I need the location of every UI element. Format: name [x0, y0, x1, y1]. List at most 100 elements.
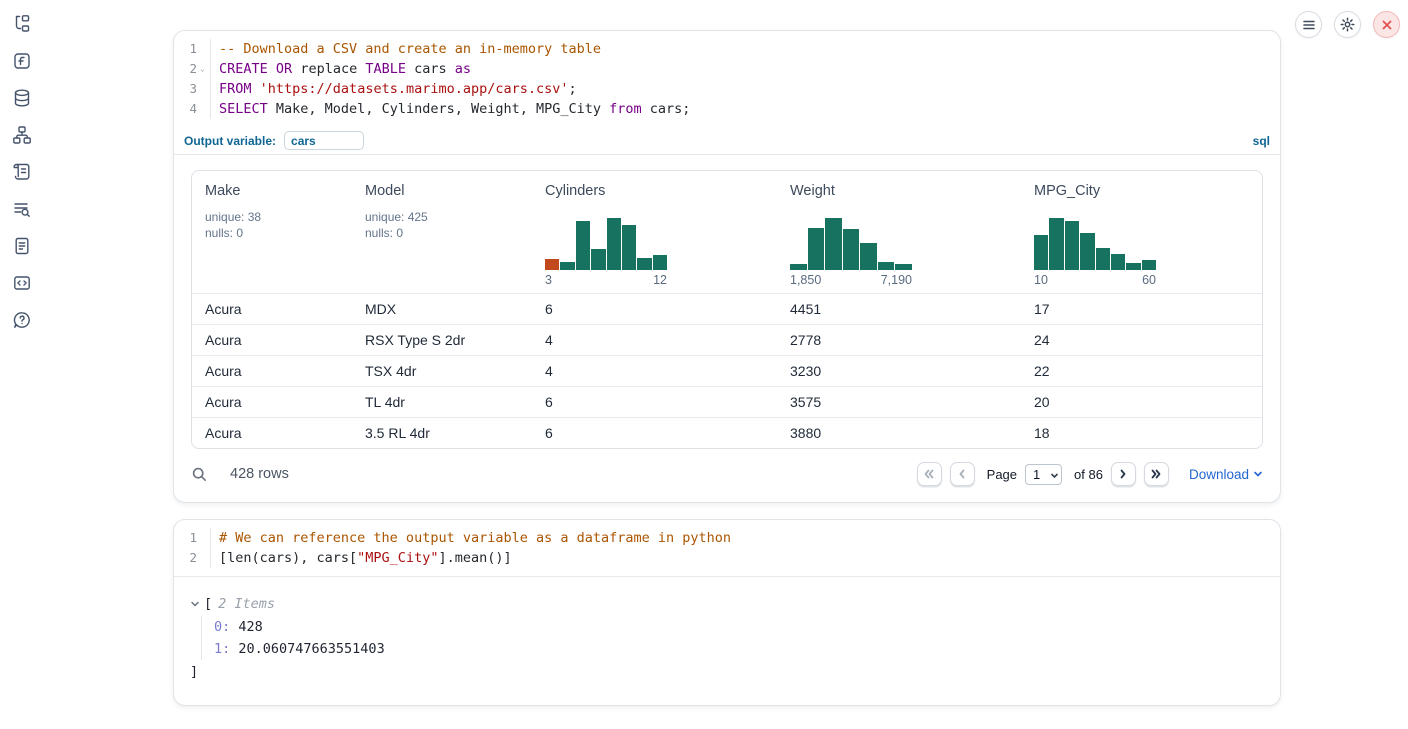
code-line[interactable]: 1 # We can reference the output variable…	[174, 528, 1280, 548]
settings-gear-icon[interactable]	[1334, 11, 1361, 38]
code-token: from	[609, 101, 642, 117]
file-tree-icon[interactable]	[9, 12, 35, 36]
table-cell: Acura	[192, 387, 352, 417]
line-number-gutter: 4	[174, 99, 208, 119]
histogram-bar	[637, 258, 651, 270]
unique-count: unique: 425	[365, 209, 519, 225]
python-code-editor[interactable]: 1 # We can reference the output variable…	[174, 520, 1280, 576]
code-text: SELECT Make, Model, Cylinders, Weight, M…	[210, 99, 690, 119]
column-header-weight[interactable]: Weight1,8507,190	[777, 171, 1021, 293]
table-cell: 3230	[777, 356, 1021, 386]
table-cell: 4	[532, 356, 777, 386]
code-line[interactable]: 1 -- Download a CSV and create an in-mem…	[174, 39, 1280, 59]
column-header-cylinders[interactable]: Cylinders312	[532, 171, 777, 293]
output-variable-input[interactable]	[284, 131, 364, 150]
column-header-mpg_city[interactable]: MPG_City1060	[1021, 171, 1262, 293]
table-row[interactable]: AcuraTSX 4dr4323022	[192, 355, 1262, 386]
first-page-icon[interactable]	[917, 462, 942, 486]
line-number-gutter: 2⌄	[174, 59, 208, 79]
page-select[interactable]: 1	[1025, 464, 1062, 485]
output-variable-label: Output variable:	[184, 134, 276, 148]
last-page-icon[interactable]	[1144, 462, 1169, 486]
code-line[interactable]: 3 FROM 'https://datasets.marimo.app/cars…	[174, 79, 1280, 99]
table-cell: Acura	[192, 294, 352, 324]
sql-code-editor[interactable]: 1 -- Download a CSV and create an in-mem…	[174, 31, 1280, 127]
histogram-bar	[607, 218, 621, 270]
python-cell: 1 # We can reference the output variable…	[173, 519, 1281, 706]
table-row[interactable]: Acura3.5 RL 4dr6388018	[192, 417, 1262, 448]
table-row[interactable]: AcuraMDX6445117	[192, 293, 1262, 324]
column-stats: unique: 425nulls: 0	[365, 209, 519, 241]
collapse-caret-icon[interactable]	[190, 599, 204, 609]
table-row[interactable]: AcuraRSX Type S 2dr4277824	[192, 324, 1262, 355]
topbar	[1295, 11, 1400, 38]
fold-chevron-icon[interactable]: ⌄	[197, 59, 208, 79]
tick-min: 10	[1034, 273, 1048, 287]
code-token: cars	[406, 61, 455, 77]
pagination: Page 1 of 86 Download	[917, 462, 1263, 486]
table-cell: 4	[532, 325, 777, 355]
code-line[interactable]: 2⌄CREATE OR replace TABLE cars as	[174, 59, 1280, 79]
null-count: nulls: 0	[365, 225, 519, 241]
language-badge[interactable]: sql	[1253, 134, 1270, 148]
tick-min: 3	[545, 273, 552, 287]
table-cell: 2778	[777, 325, 1021, 355]
histogram-bars	[545, 218, 667, 270]
dependency-graph-icon[interactable]	[9, 123, 35, 147]
list-entries: 0: 4281: 20.060747663551403	[201, 616, 1264, 660]
code-token: OR	[276, 61, 292, 77]
line-number: 2	[189, 548, 197, 568]
code-token: SELECT	[219, 101, 268, 117]
histogram-bar	[591, 249, 605, 270]
code-text: -- Download a CSV and create an in-memor…	[210, 39, 601, 59]
download-label: Download	[1189, 467, 1249, 482]
tick-max: 7,190	[881, 273, 912, 287]
help-icon[interactable]	[9, 308, 35, 332]
histogram-bar	[1080, 233, 1094, 270]
menu-icon[interactable]	[1295, 11, 1322, 38]
sql-cell: 1 -- Download a CSV and create an in-mem…	[173, 30, 1281, 503]
scratchpad-icon[interactable]	[9, 160, 35, 184]
download-button[interactable]: Download	[1189, 467, 1263, 482]
column-header-make[interactable]: Makeunique: 38nulls: 0	[192, 171, 352, 293]
notebook: 1 -- Download a CSV and create an in-mem…	[173, 30, 1281, 706]
document-icon[interactable]	[9, 234, 35, 258]
table-row[interactable]: AcuraTL 4dr6357520	[192, 386, 1262, 417]
column-label: Model	[365, 183, 519, 199]
tick-max: 60	[1142, 273, 1156, 287]
next-page-icon[interactable]	[1111, 462, 1136, 486]
table-footer: 428 rows Page 1 of 86	[174, 449, 1280, 502]
histogram-bar	[808, 228, 825, 270]
table-cell: 3.5 RL 4dr	[352, 418, 532, 448]
code-text: # We can reference the output variable a…	[210, 528, 731, 548]
line-number: 1	[189, 39, 197, 59]
function-icon[interactable]	[9, 49, 35, 73]
histogram-bar	[1126, 263, 1140, 270]
histogram-ticks: 10 60	[1034, 273, 1156, 287]
close-icon[interactable]	[1373, 11, 1400, 38]
list-entry-key: 0:	[214, 619, 230, 635]
histogram-bar	[878, 262, 895, 270]
snippets-icon[interactable]	[9, 271, 35, 295]
code-token: CREATE	[219, 61, 268, 77]
search-icon[interactable]	[191, 466, 208, 483]
unique-count: unique: 38	[205, 209, 339, 225]
database-icon[interactable]	[9, 86, 35, 110]
code-line[interactable]: 2 [len(cars), cars["MPG_City"].mean()]	[174, 548, 1280, 568]
table-cell: TL 4dr	[352, 387, 532, 417]
column-histogram: 10 60	[1034, 218, 1156, 287]
table-output: Makeunique: 38nulls: 0 Model unique: 425nu…	[174, 155, 1280, 449]
code-line[interactable]: 4 SELECT Make, Model, Cylinders, Weight,…	[174, 99, 1280, 119]
table-header-row: Makeunique: 38nulls: 0 Model unique: 425nu…	[192, 171, 1262, 293]
table-cell: 22	[1021, 356, 1262, 386]
column-header-model[interactable]: Model unique: 425nulls: 0	[352, 171, 532, 293]
logs-icon[interactable]	[9, 197, 35, 221]
prev-page-icon[interactable]	[950, 462, 975, 486]
row-count: 428 rows	[230, 466, 289, 482]
code-token: [len(cars), cars[	[219, 550, 357, 566]
list-entry-value: 20.060747663551403	[230, 641, 384, 657]
histogram-bar	[1049, 218, 1063, 270]
table-cell: 24	[1021, 325, 1262, 355]
line-number-gutter: 2	[174, 548, 208, 568]
list-entry: 1: 20.060747663551403	[214, 638, 1264, 660]
